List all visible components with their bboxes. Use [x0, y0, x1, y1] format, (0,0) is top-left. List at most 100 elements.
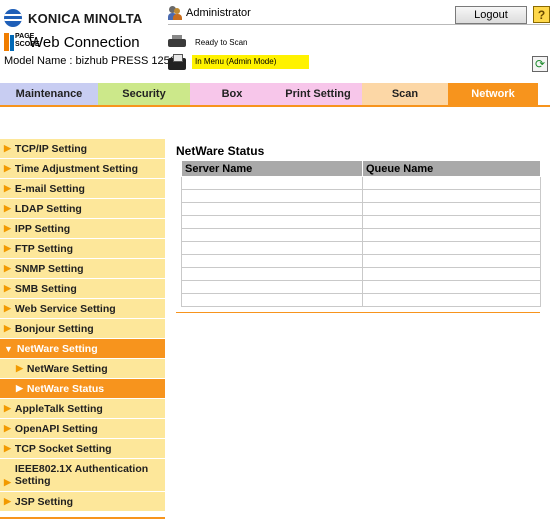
tab-network[interactable]: Network — [448, 83, 538, 105]
table-cell — [181, 215, 363, 229]
table-cell — [362, 293, 541, 307]
sidebar-item-label: Bonjour Setting — [14, 322, 94, 335]
sidebar-item-jsp[interactable]: ▶ JSP Setting — [0, 492, 165, 511]
arrow-right-icon: ▶ — [4, 183, 11, 193]
sidebar-item-ieee8021x[interactable]: ▶ IEEE802.1X Authentication Setting — [0, 459, 165, 491]
table-cell — [181, 280, 363, 294]
sidebar-item-label: AppleTalk Setting — [14, 402, 103, 415]
table-cell — [181, 241, 363, 255]
table-cell — [181, 176, 363, 190]
table-row — [181, 176, 541, 190]
table-row — [181, 189, 541, 203]
arrow-right-icon: ▶ — [4, 423, 11, 433]
sidebar-item-tcpip[interactable]: ▶ TCP/IP Setting — [0, 139, 165, 158]
sidebar-item-label: FTP Setting — [14, 242, 74, 255]
printer-icon — [168, 34, 186, 50]
sidebar-item-ldap[interactable]: ▶ LDAP Setting — [0, 199, 165, 218]
sidebar-item-label: TCP/IP Setting — [14, 142, 88, 155]
sidebar-item-label-line: Setting — [14, 475, 51, 487]
sidebar-item-ftp[interactable]: ▶ FTP Setting — [0, 239, 165, 258]
arrow-right-icon: ▶ — [4, 496, 11, 506]
arrow-right-icon: ▶ — [4, 283, 11, 293]
sidebar-item-tcp-socket[interactable]: ▶ TCP Socket Setting — [0, 439, 165, 458]
table-cell — [362, 254, 541, 268]
table-cell — [362, 241, 541, 255]
table-cell — [362, 189, 541, 203]
sidebar-item-label: NetWare Status — [26, 382, 105, 395]
sidebar-subitem-netware-status[interactable]: ▶ NetWare Status — [0, 379, 165, 398]
sidebar-item-bonjour[interactable]: ▶ Bonjour Setting — [0, 319, 165, 338]
table-cell — [362, 280, 541, 294]
sidebar-item-label: NetWare Setting — [26, 362, 108, 375]
sidebar-item-smb[interactable]: ▶ SMB Setting — [0, 279, 165, 298]
sidebar-item-label: IPP Setting — [14, 222, 71, 235]
tab-maintenance[interactable]: Maintenance — [0, 83, 98, 105]
column-header-server-name: Server Name — [181, 160, 363, 177]
page-title: NetWare Status — [176, 144, 265, 158]
table-cell — [181, 202, 363, 216]
pagescope-logo-text: PAGE SCOPE — [15, 33, 40, 48]
table-row — [181, 228, 541, 242]
table-cell — [362, 176, 541, 190]
arrow-right-icon: ▶ — [16, 363, 23, 373]
table-row — [181, 293, 541, 307]
help-icon[interactable]: ? — [533, 6, 550, 23]
sidebar-item-label: IEEE802.1X Authentication Setting — [15, 463, 148, 487]
sidebar-item-label: Web Service Setting — [14, 302, 116, 315]
arrow-right-icon: ▶ — [4, 443, 11, 453]
sidebar-item-email[interactable]: ▶ E-mail Setting — [0, 179, 165, 198]
table-cell — [181, 267, 363, 281]
tab-box[interactable]: Box — [190, 83, 274, 105]
web-connection-title: Web Connection — [29, 33, 140, 51]
netware-status-table: Server Name Queue Name — [181, 160, 541, 307]
tab-security[interactable]: Security — [98, 83, 190, 105]
table-header-row: Server Name Queue Name — [181, 160, 541, 177]
sidebar-item-label: OpenAPI Setting — [14, 422, 98, 435]
tab-print-setting[interactable]: Print Setting — [274, 83, 362, 105]
sidebar-item-label: Time Adjustment Setting — [14, 162, 139, 175]
table-cell — [362, 202, 541, 216]
header-divider — [168, 24, 550, 25]
sidebar-item-web-service[interactable]: ▶ Web Service Setting — [0, 299, 165, 318]
sidebar-item-snmp[interactable]: ▶ SNMP Setting — [0, 259, 165, 278]
pagescope-icon: PAGE SCOPE — [4, 33, 40, 51]
sidebar-item-time-adjustment[interactable]: ▶ Time Adjustment Setting — [0, 159, 165, 178]
main-tabs: Maintenance Security Box Print Setting S… — [0, 83, 550, 105]
table-row — [181, 215, 541, 229]
tab-scan[interactable]: Scan — [362, 83, 448, 105]
konica-minolta-globe-icon — [4, 9, 22, 27]
refresh-icon[interactable]: ⟳ — [532, 56, 548, 72]
sidebar-item-openapi[interactable]: ▶ OpenAPI Setting — [0, 419, 165, 438]
sidebar-item-label-line: IEEE802.1X Authentication — [14, 463, 149, 475]
sidebar-item-ipp[interactable]: ▶ IPP Setting — [0, 219, 165, 238]
arrow-right-icon: ▶ — [4, 223, 11, 233]
model-name: Model Name : bizhub PRESS 1250 — [4, 55, 176, 67]
arrow-down-icon: ▼ — [4, 343, 13, 354]
sidebar: ▶ TCP/IP Setting ▶ Time Adjustment Setting… — [0, 139, 165, 519]
table-cell — [181, 228, 363, 242]
sidebar-item-appletalk[interactable]: ▶ AppleTalk Setting — [0, 399, 165, 418]
table-row — [181, 202, 541, 216]
sidebar-item-label: NetWare Setting — [16, 342, 98, 355]
table-cell — [362, 215, 541, 229]
user-name: Administrator — [186, 7, 251, 19]
sidebar-item-label: LDAP Setting — [14, 202, 82, 215]
admin-users-icon — [168, 6, 182, 20]
table-cell — [181, 293, 363, 307]
logout-button[interactable]: Logout — [455, 6, 527, 24]
table-row — [181, 241, 541, 255]
status-ready: Ready to Scan — [195, 38, 248, 47]
brand-name: KONICA MINOLTA — [28, 10, 143, 26]
sidebar-item-netware[interactable]: ▼ NetWare Setting — [0, 339, 165, 358]
arrow-right-icon: ▶ — [4, 203, 11, 213]
arrow-right-icon: ▶ — [4, 263, 11, 273]
sidebar-subitem-netware-setting[interactable]: ▶ NetWare Setting — [0, 359, 165, 378]
table-cell — [362, 228, 541, 242]
content-bottom-rule — [176, 312, 540, 313]
brand-logo: KONICA MINOLTA — [4, 8, 174, 28]
arrow-right-icon: ▶ — [4, 243, 11, 253]
arrow-right-icon: ▶ — [4, 163, 11, 173]
table-row — [181, 280, 541, 294]
table-cell — [181, 254, 363, 268]
tab-underline — [0, 105, 550, 107]
